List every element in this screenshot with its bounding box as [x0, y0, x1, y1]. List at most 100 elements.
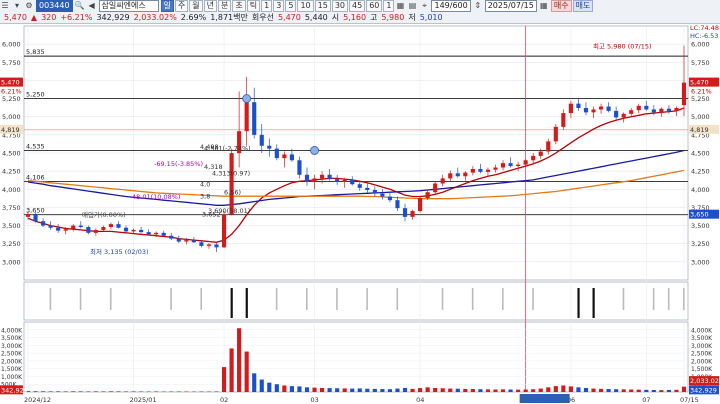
price-tick-left: 3,500 [2, 222, 21, 230]
dropdown-icon[interactable]: ▾ [12, 1, 22, 11]
candle-body [372, 190, 377, 194]
price-tick-left: 3,000 [2, 258, 21, 266]
spinner-icon[interactable]: ⇕ [473, 1, 483, 11]
volume-bar [636, 389, 641, 392]
volume-tick-right: 4,000K [691, 327, 713, 334]
volume-bar [598, 388, 604, 392]
period-30-button[interactable]: 30 [331, 0, 349, 12]
search-icon[interactable]: 🔍 [75, 1, 85, 11]
signal-bar [683, 288, 685, 310]
candle-body [591, 109, 596, 113]
signal-bar [592, 288, 595, 318]
volume-bar [448, 388, 453, 392]
price-tick-left: 3,750 [2, 204, 21, 212]
price-tick-right: 3,000 [691, 258, 710, 266]
volume-bar [516, 389, 521, 392]
chart-icon[interactable]: ▤ [407, 1, 417, 11]
price-tick-left: 5,000 [2, 113, 21, 121]
candle-body [93, 229, 98, 233]
signal-bar [577, 288, 580, 318]
volume-bar [116, 391, 121, 392]
volume-tick-left: 1,000K [1, 374, 23, 381]
candle-body [33, 213, 38, 222]
candle-body [199, 242, 204, 246]
volume-bar [41, 391, 46, 392]
stock-name[interactable]: 삼일씨엔에스 [98, 0, 159, 12]
volume-bar [221, 367, 227, 392]
price-tick-right: 3,250 [691, 240, 710, 248]
period-5-button[interactable]: 5 [285, 0, 297, 12]
candle-body [576, 103, 581, 109]
candle-body [161, 232, 166, 236]
left-arrow-icon[interactable]: ◀ [87, 1, 97, 11]
volume-value: 342,929 [96, 13, 130, 22]
candle-body [659, 108, 664, 113]
candle-body [229, 153, 234, 215]
candle-body [176, 238, 181, 242]
volume-bar [485, 389, 491, 392]
current-price: 5,470 [4, 13, 27, 22]
signal-bar [200, 288, 203, 310]
candle-body [86, 227, 91, 233]
date-input[interactable]: 2025/07/15 [484, 0, 537, 12]
volume-bar [214, 391, 219, 392]
volume-bar [606, 389, 611, 392]
sell-button[interactable]: 매도 [572, 0, 594, 12]
volume-bar [546, 387, 551, 392]
signal-bar [532, 288, 534, 310]
grid-icon[interactable]: ▦ [395, 1, 405, 11]
volume-bar [93, 391, 98, 392]
count-input[interactable]: 149/600 [431, 0, 471, 12]
low-value: 5,010 [419, 13, 443, 22]
stock-code-input[interactable]: 003440 [36, 0, 73, 12]
right-volume-pct-box-text: 2,033.02% [690, 377, 720, 385]
candle-body [244, 102, 249, 132]
candle-body [598, 106, 604, 110]
high-annotation: 최고 5,980 (07/15) [593, 42, 652, 51]
period-extra-button[interactable]: 1 [383, 0, 395, 12]
period-10-button[interactable]: 10 [297, 0, 314, 12]
mode-year-button[interactable]: 년 [203, 0, 218, 12]
marker-circle [242, 94, 252, 103]
candle-body [508, 163, 513, 167]
date-cursor-label [519, 394, 570, 403]
volume-tick-right: 3,500K [691, 335, 713, 342]
period-15-button[interactable]: 15 [314, 0, 331, 12]
volume-tick-right: 1,500K [691, 366, 713, 373]
right-low-box-text: 3,650 [690, 211, 709, 219]
candle-body [56, 227, 61, 231]
mode-day-button[interactable]: 일 [160, 0, 174, 12]
candle-body [169, 235, 174, 239]
price-tick-left: 5,750 [2, 59, 21, 67]
mode-month-button[interactable]: 월 [189, 0, 203, 12]
trade-amount: 1,871백만 [210, 13, 248, 22]
mode-second-button[interactable]: 초 [232, 0, 246, 12]
volume-bar [101, 391, 106, 392]
period-1-button[interactable]: 1 [261, 0, 273, 12]
volume-bar [237, 328, 242, 392]
volume-bar [538, 388, 543, 392]
volume-bar [123, 391, 129, 392]
mode-tick-button[interactable]: 틱 [246, 0, 261, 12]
period-45-button[interactable]: 45 [349, 0, 366, 12]
volume-bar [139, 391, 144, 392]
candle-body [123, 227, 129, 232]
price-tick-right: 4,000 [691, 186, 710, 194]
up-arrow-icon: ▲ [30, 13, 38, 22]
signal-bar [652, 288, 655, 310]
candle-body [131, 229, 136, 232]
volume-bar [440, 388, 445, 392]
buy-button[interactable]: 매수 [550, 0, 572, 12]
settings-icon[interactable]: ⚙ [24, 1, 34, 11]
period-3-button[interactable]: 3 [273, 0, 285, 12]
period-60-button[interactable]: 60 [366, 0, 383, 12]
menu-icon[interactable]: ☰ [0, 1, 10, 11]
calendar-icon[interactable]: ▦ [539, 1, 549, 11]
volume-bar [335, 388, 340, 392]
mode-week-button[interactable]: 주 [174, 0, 189, 12]
stock-chart[interactable]: 6,0006,0005,7505,7505,5005,5005,2505,250… [0, 24, 720, 404]
candle-body [342, 179, 347, 183]
right-volume-box-text: 342,929 [690, 386, 717, 394]
cursor-icon[interactable]: ⌖ [419, 1, 429, 11]
mode-minute-button[interactable]: 분 [218, 0, 232, 12]
